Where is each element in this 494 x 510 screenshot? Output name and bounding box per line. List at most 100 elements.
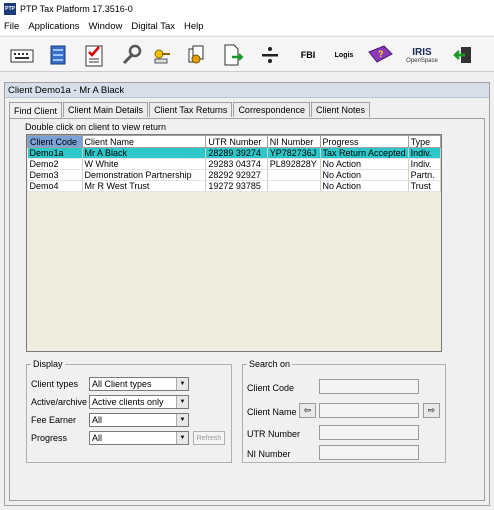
cell-utr-number: 29283 04374 (205, 158, 268, 170)
column-header-progress[interactable]: Progress (319, 135, 409, 148)
app-icon: PTP (4, 3, 16, 15)
utr-number-input[interactable] (319, 425, 419, 440)
menu-digital-tax[interactable]: Digital Tax (131, 21, 175, 32)
progress-label: Progress (31, 433, 68, 443)
cell-progress: Tax Return Accepted (320, 147, 409, 159)
progress-value: All (92, 433, 103, 443)
column-header-client-name[interactable]: Client Name (81, 135, 207, 148)
client-types-value: All Client types (92, 379, 152, 389)
utr-number-label: UTR Number (247, 429, 301, 439)
tab-strip: Find Client Client Main Details Client T… (9, 102, 371, 118)
cell-client-name: Mr R West Trust (82, 180, 207, 192)
client-name-input[interactable] (319, 403, 419, 418)
cell-type: Trust (408, 180, 441, 192)
search-group: Search on Client Code Client Name ⇦ ⇨ UT… (242, 359, 446, 463)
display-group: Display Client types All Client types ▼ … (26, 359, 232, 463)
tab-correspondence[interactable]: Correspondence (233, 102, 310, 117)
column-header-utr-number[interactable]: UTR Number (205, 135, 268, 148)
title-bar: PTP PTP Tax Platform 17.3516-0 (0, 0, 494, 18)
table-row[interactable]: Demo1a Mr A Black 28289 39274 YP782736J … (27, 147, 441, 159)
chevron-down-icon[interactable]: ▼ (176, 414, 188, 426)
database-icon[interactable] (42, 39, 74, 71)
chevron-down-icon[interactable]: ▼ (176, 432, 188, 444)
arrow-right-icon[interactable]: ⇨ (423, 403, 440, 418)
cell-client-name: Demonstration Partnership (82, 169, 207, 181)
table-row[interactable]: Demo4 Mr R West Trust 19272 93785 No Act… (27, 180, 441, 192)
iris-openspace-button[interactable]: IRIS OpenSpace (400, 39, 444, 71)
checklist-icon[interactable] (78, 39, 110, 71)
client-grid[interactable]: Client Code Client Name UTR Number NI Nu… (26, 134, 442, 352)
menu-applications[interactable]: Applications (28, 21, 79, 32)
menu-help[interactable]: Help (184, 21, 204, 32)
active-archive-label: Active/archive (31, 397, 88, 407)
divide-icon[interactable] (254, 39, 286, 71)
cell-client-code: Demo2 (27, 158, 83, 170)
cell-client-code: Demo4 (27, 180, 83, 192)
exit-icon[interactable] (448, 39, 480, 71)
column-header-ni-number[interactable]: NI Number (266, 135, 321, 148)
refresh-button[interactable]: Refresh (193, 431, 225, 445)
cell-progress: No Action (320, 158, 409, 170)
cell-client-code: Demo1a (27, 147, 83, 159)
progress-select[interactable]: All ▼ (89, 431, 189, 445)
cell-utr-number: 28292 92927 (205, 169, 268, 181)
ni-number-label: NI Number (247, 449, 291, 459)
menu-bar: File Applications Window Digital Tax Hel… (0, 18, 494, 35)
cell-client-name: Mr A Black (82, 147, 207, 159)
iris-label: IRIS (412, 46, 432, 58)
client-code-input[interactable] (319, 379, 419, 394)
chevron-down-icon[interactable]: ▼ (176, 378, 188, 390)
cell-ni-number: YP782736J (267, 147, 321, 159)
column-header-client-code[interactable]: Client Code (27, 135, 83, 148)
cell-progress: No Action (320, 169, 409, 181)
active-archive-select[interactable]: Active clients only ▼ (89, 395, 189, 409)
search-legend: Search on (249, 359, 291, 369)
table-header-row: Client Code Client Name UTR Number NI Nu… (27, 135, 441, 148)
fee-earner-label: Fee Earner (31, 415, 77, 425)
cell-utr-number: 28289 39274 (205, 147, 268, 159)
client-table: Client Code Client Name UTR Number NI Nu… (27, 135, 441, 192)
menu-window[interactable]: Window (89, 21, 123, 32)
cell-type: Indiv. (408, 147, 441, 159)
cell-type: Indiv. (408, 158, 441, 170)
client-code-label: Client Code (247, 383, 295, 393)
chevron-down-icon[interactable]: ▼ (176, 396, 188, 408)
column-header-type[interactable]: Type (407, 135, 441, 148)
documents-icon[interactable] (180, 39, 212, 71)
find-client-content: Double click on client to view return Cl… (9, 118, 485, 501)
double-click-hint: Double click on client to view return (25, 122, 167, 132)
cell-type: Partn. (408, 169, 441, 181)
display-legend: Display (33, 359, 63, 369)
cell-client-name: W White (82, 158, 207, 170)
tab-find-client[interactable]: Find Client (9, 102, 63, 118)
tab-client-main-details[interactable]: Client Main Details (63, 102, 149, 117)
client-types-label: Client types (31, 379, 79, 389)
key-icon[interactable] (146, 39, 178, 71)
fee-earner-value: All (92, 415, 103, 425)
cell-ni-number: PL892828Y (267, 158, 321, 170)
ni-number-input[interactable] (319, 445, 419, 460)
fee-earner-select[interactable]: All ▼ (89, 413, 189, 427)
help-book-icon[interactable]: ? (364, 39, 396, 71)
wrench-icon[interactable] (114, 39, 146, 71)
cell-progress: No Action (320, 180, 409, 192)
svg-text:?: ? (378, 49, 384, 59)
arrow-left-icon[interactable]: ⇦ (299, 403, 316, 418)
client-types-select[interactable]: All Client types ▼ (89, 377, 189, 391)
active-archive-value: Active clients only (92, 397, 164, 407)
login-button[interactable]: Logis (328, 39, 360, 71)
iris-sub-label: OpenSpace (406, 57, 438, 64)
table-row[interactable]: Demo3 Demonstration Partnership 28292 92… (27, 169, 441, 181)
client-name-label: Client Name (247, 407, 297, 417)
client-panel: Client Demo1a - Mr A Black Find Client C… (4, 82, 490, 506)
cell-utr-number: 19272 93785 (205, 180, 268, 192)
tab-client-tax-returns[interactable]: Client Tax Returns (149, 102, 233, 117)
window-title: PTP Tax Platform 17.3516-0 (20, 4, 133, 14)
menu-file[interactable]: File (4, 21, 19, 32)
cell-client-code: Demo3 (27, 169, 83, 181)
export-document-icon[interactable] (216, 39, 248, 71)
keyboard-icon[interactable] (6, 39, 38, 71)
tab-client-notes[interactable]: Client Notes (310, 102, 371, 117)
fbi-button[interactable]: FBI (292, 39, 324, 71)
table-row[interactable]: Demo2 W White 29283 04374 PL892828Y No A… (27, 158, 441, 170)
